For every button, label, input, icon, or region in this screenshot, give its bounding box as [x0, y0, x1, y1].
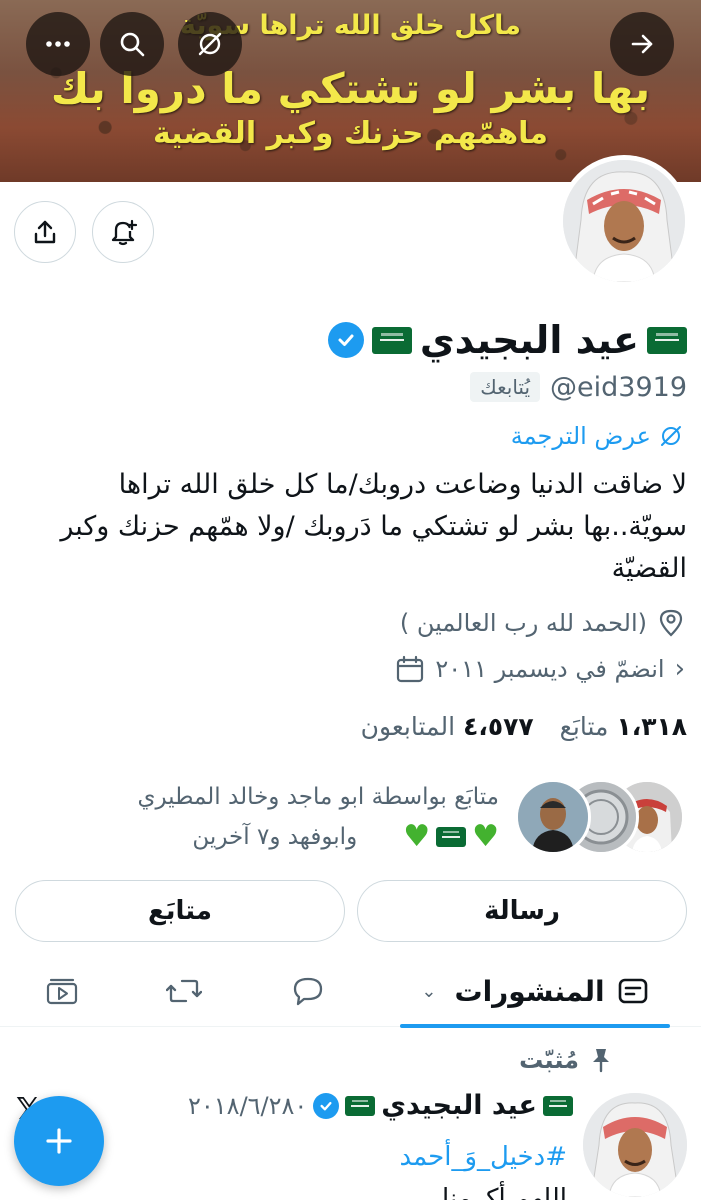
- video-icon: [46, 978, 78, 1005]
- search-icon: [120, 32, 145, 57]
- post-author-avatar[interactable]: [583, 1093, 687, 1197]
- profile-avatar[interactable]: [558, 155, 690, 287]
- tab-posts-label: المنشورات: [454, 974, 605, 1008]
- saudi-flag-icon: [647, 326, 687, 354]
- post-author-name[interactable]: عيد البجيدي: [381, 1090, 537, 1121]
- tab-replies[interactable]: [266, 955, 350, 1027]
- reply-icon: [293, 977, 323, 1006]
- location-icon: [659, 609, 683, 637]
- translate-link[interactable]: عرض الترجمة: [511, 422, 683, 450]
- post-header: عيد البجيدي ٢٠١٨/٦/٢٨٠: [188, 1090, 573, 1121]
- joined-text: انضمّ في ديسمبر ٢٠١١: [435, 655, 665, 683]
- plus-icon: [46, 1128, 72, 1154]
- followed-by-line1: متابَع بواسطة ابو ماجد وخالد المطيري: [137, 784, 499, 810]
- repost-icon: [166, 979, 202, 1003]
- compose-button[interactable]: [14, 1096, 104, 1186]
- translate-off-icon: [661, 426, 681, 446]
- followed-by-line2: وابوفهد و٧ آخرين: [192, 824, 358, 850]
- pinned-label: مُثبّت: [519, 1046, 579, 1074]
- followed-by-line2-row: ♥ ♥ وابوفهد و٧ آخرين: [137, 817, 499, 857]
- green-heart-icon: ♥: [472, 819, 499, 854]
- tab-posts[interactable]: المنشورات ⌄: [400, 955, 670, 1028]
- chevron-down-icon: ⌄: [421, 980, 437, 1002]
- profile-name: عيد البجيدي: [419, 318, 639, 362]
- banner-text-line2: بها بشر لو تشتكي ما دروا بك: [50, 64, 651, 113]
- posts-icon: [618, 978, 647, 1004]
- handle-row: @eid3919 يُتابعك: [470, 367, 687, 407]
- followers-count: ٤،٥٧٧: [463, 712, 534, 741]
- search-button[interactable]: [100, 12, 164, 76]
- followers-label: المتابعون: [360, 712, 456, 741]
- more-button[interactable]: [26, 12, 90, 76]
- saudi-flag-icon: [345, 1095, 376, 1116]
- location-row: (الحمد لله رب العالمين ): [400, 608, 685, 638]
- share-button[interactable]: [14, 201, 76, 263]
- following-label: متابَع: [559, 712, 609, 741]
- profile-handle: @eid3919: [550, 371, 687, 403]
- saudi-flag-icon: [371, 326, 412, 354]
- followed-by-text: متابَع بواسطة ابو ماجد وخالد المطيري ♥ ♥…: [137, 777, 499, 857]
- post-date: ٢٠١٨/٦/٢٨٠: [188, 1091, 308, 1120]
- pin-icon: [593, 1049, 609, 1073]
- banner-text-line3: ماهمّهم حزنك وكبر القضية: [152, 116, 549, 151]
- follows-you-badge: يُتابعك: [470, 372, 541, 402]
- post-text: اللهم أكرمنا: [442, 1184, 567, 1200]
- joined-row[interactable]: ‹ انضمّ في ديسمبر ٢٠١١: [395, 654, 685, 684]
- share-icon: [34, 220, 56, 244]
- verified-badge-icon: [327, 322, 364, 358]
- post-hashtag[interactable]: #دخيل_وَ_أحمد: [399, 1142, 567, 1172]
- green-heart-icon: ♥: [403, 819, 431, 854]
- profile-tabs: المنشورات ⌄: [0, 955, 701, 1028]
- bell-plus-icon: [111, 219, 138, 246]
- translate-off-button[interactable]: [178, 12, 242, 76]
- profile-bio: لا ضاقت الدنيا وضاعت دروبك/ما كل خلق الل…: [60, 469, 687, 584]
- translate-off-icon: [198, 32, 222, 56]
- avatar: [515, 779, 591, 855]
- message-button[interactable]: رسالة: [357, 880, 687, 942]
- pinned-indicator: مُثبّت: [519, 1046, 613, 1074]
- more-icon: [46, 41, 70, 47]
- notifications-button[interactable]: [92, 201, 154, 263]
- tab-reposts[interactable]: [142, 955, 226, 1027]
- following-count: ١،٣١٨: [616, 712, 687, 741]
- profile-name-row: عيد البجيدي: [327, 312, 687, 368]
- following-button[interactable]: متابَع: [15, 880, 345, 942]
- translate-label: عرض الترجمة: [510, 422, 651, 450]
- follower-avatars: [513, 779, 685, 855]
- calendar-icon: [397, 655, 424, 683]
- avatar-photo: [563, 160, 685, 282]
- back-button[interactable]: [610, 12, 674, 76]
- arrow-right-icon: [631, 34, 653, 54]
- saudi-flag-icon: [436, 827, 467, 847]
- tab-media[interactable]: [20, 955, 104, 1027]
- location-text: (الحمد لله رب العالمين ): [399, 609, 647, 637]
- followers-link[interactable]: ٤،٥٧٧ المتابعون: [361, 712, 534, 741]
- follow-stats: ١،٣١٨ متابَع ٤،٥٧٧ المتابعون: [361, 712, 687, 741]
- saudi-flag-icon: [543, 1095, 573, 1116]
- verified-badge-icon: [313, 1092, 340, 1119]
- followed-by-row[interactable]: متابَع بواسطة ابو ماجد وخالد المطيري ♥ ♥…: [9, 772, 685, 862]
- chevron-left-icon: ‹: [674, 654, 685, 684]
- following-link[interactable]: ١،٣١٨ متابَع: [560, 712, 687, 741]
